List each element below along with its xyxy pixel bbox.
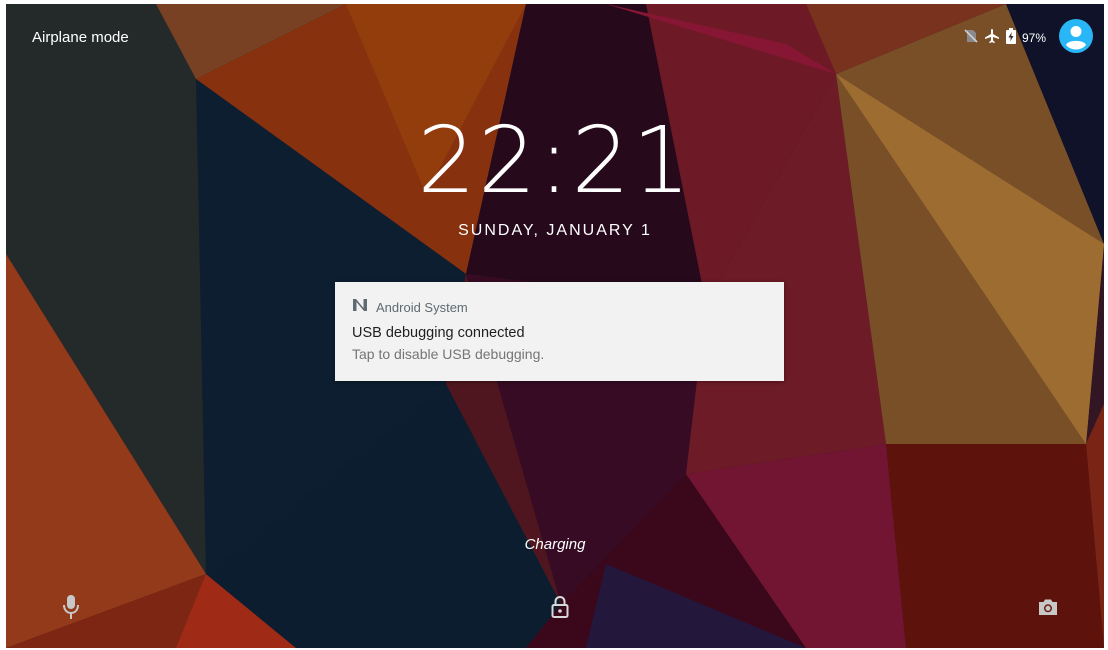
camera-icon — [1037, 598, 1059, 621]
unlock-button[interactable] — [545, 594, 575, 624]
android-n-icon — [352, 298, 368, 317]
notification-app-name: Android System — [376, 300, 468, 315]
notification-header: Android System — [352, 298, 468, 317]
voice-assist-button[interactable] — [56, 594, 86, 624]
battery-charging-icon — [1005, 27, 1016, 49]
lock-icon — [551, 595, 569, 624]
usb-debugging-notification[interactable]: Android System USB debugging connected T… — [335, 282, 784, 381]
lockscreen-date: SUNDAY, JANUARY 1 — [458, 222, 652, 239]
carrier-label: Airplane mode — [32, 29, 129, 46]
no-sim-icon — [964, 28, 978, 48]
lock-screen: Airplane mode 97% 22:21 SUNDAY, JANUARY … — [6, 4, 1104, 648]
notification-text: Tap to disable USB debugging. — [352, 346, 545, 362]
battery-percent: 97% — [1021, 31, 1046, 45]
status-icons: 97% — [964, 18, 1094, 59]
lockscreen-clock: 22:21 — [417, 107, 693, 214]
microphone-icon — [62, 594, 80, 625]
notification-title: USB debugging connected — [352, 325, 525, 341]
airplane-icon — [984, 28, 1000, 49]
charging-status: Charging — [524, 536, 586, 553]
user-avatar-icon[interactable] — [1058, 18, 1094, 59]
camera-button[interactable] — [1033, 594, 1063, 624]
